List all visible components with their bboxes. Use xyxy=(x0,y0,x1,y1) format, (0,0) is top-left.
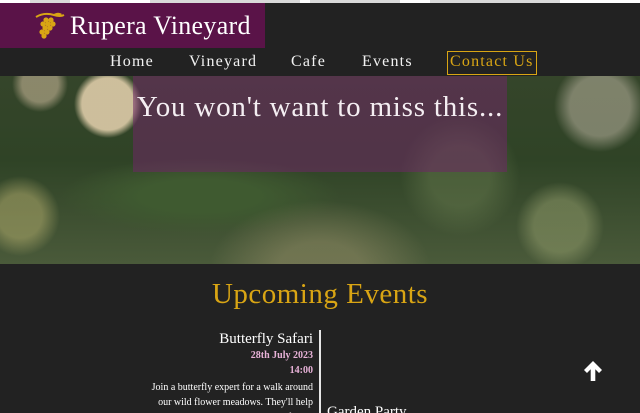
event-description: Join a butterfly expert for a walk aroun… xyxy=(151,382,313,413)
hero-overlay: You won't want to miss this... xyxy=(133,76,507,172)
event-title: Butterfly Safari xyxy=(219,331,313,347)
hero-title: You won't want to miss this... xyxy=(136,91,504,123)
timeline-divider xyxy=(319,330,321,413)
nav-home[interactable]: Home xyxy=(110,51,154,73)
site-name: Rupera Vineyard xyxy=(70,10,251,40)
nav-vineyard[interactable]: Vineyard xyxy=(189,51,257,73)
grape-vine-icon xyxy=(35,12,65,39)
event-card: Butterfly Safari 28th July 2023 14:00 Jo… xyxy=(150,330,313,413)
event-date: 28th July 2023 xyxy=(250,350,313,361)
hero-banner: You won't want to miss this... xyxy=(0,76,640,264)
main-nav: Home Vineyard Cafe Events Contact Us xyxy=(0,48,640,76)
event-title: Garden Party xyxy=(327,404,407,413)
page: Rupera Vineyard Home Vineyard Cafe Event… xyxy=(0,0,640,413)
nav-cafe[interactable]: Cafe xyxy=(291,51,326,73)
header-background xyxy=(265,3,640,48)
nav-events[interactable]: Events xyxy=(362,51,413,73)
nav-contact-us[interactable]: Contact Us xyxy=(447,51,537,75)
event-time: 14:00 xyxy=(289,365,313,376)
arrow-up-icon[interactable] xyxy=(583,360,603,382)
events-heading: Upcoming Events xyxy=(211,278,429,310)
site-logo[interactable]: Rupera Vineyard xyxy=(0,3,265,48)
